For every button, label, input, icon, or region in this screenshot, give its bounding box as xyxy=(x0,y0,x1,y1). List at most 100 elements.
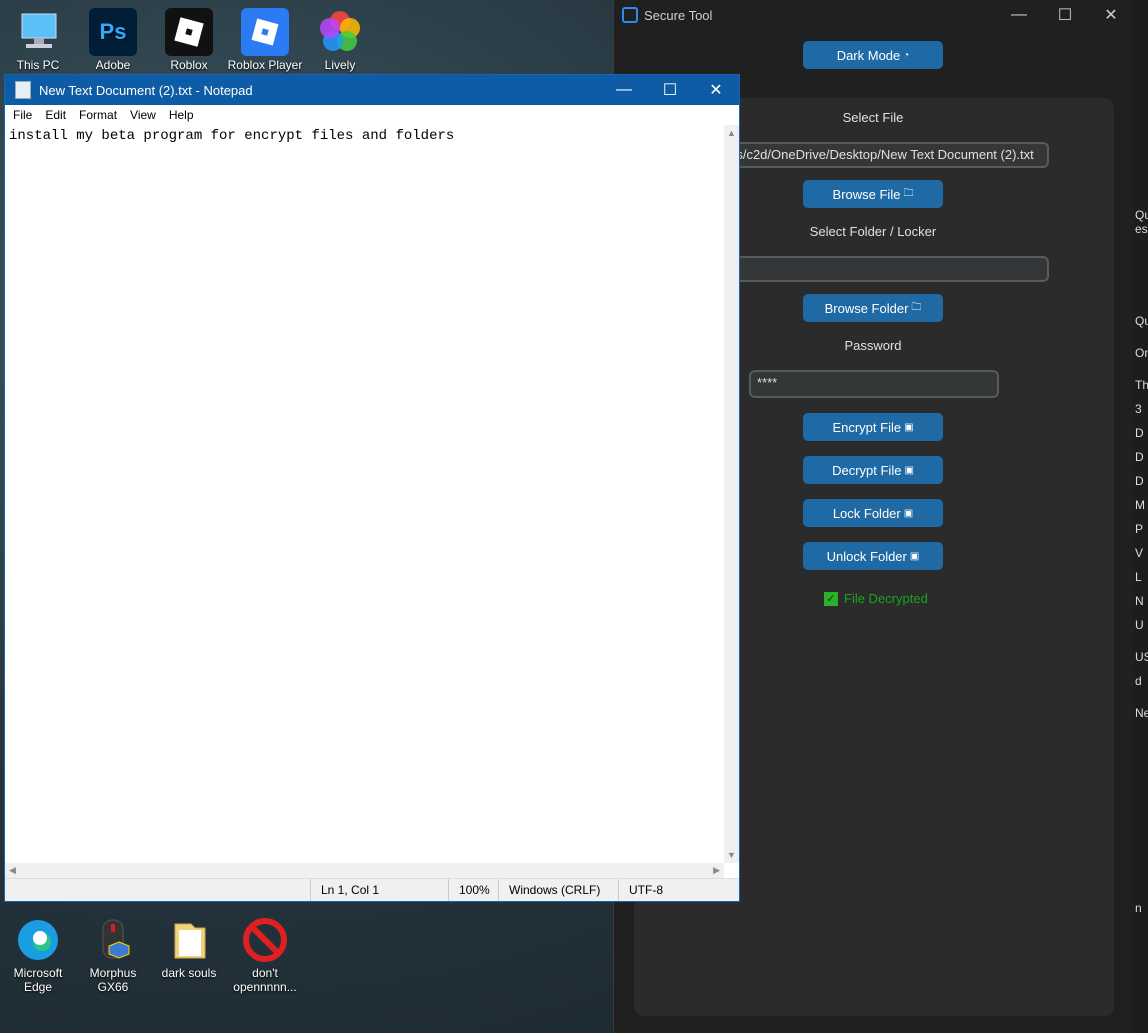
browse-file-label: Browse File xyxy=(832,186,901,202)
edge-text: L xyxy=(1135,570,1142,584)
desktop-icon-label: Microsoft Edge xyxy=(13,966,63,994)
scroll-down-icon[interactable]: ▼ xyxy=(727,850,736,860)
folder-path-input[interactable] xyxy=(724,256,1049,282)
palette-icon: ◔ xyxy=(903,49,910,61)
desktop-icon-roblox[interactable]: Roblox xyxy=(151,8,227,72)
desktop-icon-dont-open[interactable]: don't opennnnn... xyxy=(227,916,303,994)
edge-text: N xyxy=(1135,594,1144,608)
horizontal-scrollbar[interactable]: ◀ ▶ xyxy=(5,863,724,879)
background-window-edge: Qui ess Qu On Th 3 D D D M P V L N U US … xyxy=(1133,0,1148,1033)
edge-text: D xyxy=(1135,426,1144,440)
desktop-icon-label: dark souls xyxy=(161,966,217,980)
select-folder-label: Select Folder / Locker xyxy=(809,224,937,239)
browse-folder-button[interactable]: Browse Folder 🗀 xyxy=(803,294,943,322)
notepad-icon xyxy=(15,81,31,99)
unlock-icon: ▣ xyxy=(909,550,920,562)
decrypt-file-button[interactable]: Decrypt File ▣ xyxy=(803,456,943,484)
desktop-icon-label: Adobe xyxy=(95,58,131,72)
scroll-right-icon[interactable]: ▶ xyxy=(713,865,720,876)
status-bar: Ln 1, Col 1 100% Windows (CRLF) UTF-8 xyxy=(5,878,739,901)
edge-text: ess xyxy=(1135,222,1148,236)
notepad-window: New Text Document (2).txt - Notepad — ☐ … xyxy=(4,74,740,902)
decrypt-file-label: Decrypt File xyxy=(832,462,902,478)
edge-text: Qui xyxy=(1135,208,1148,222)
zoom-level: 100% xyxy=(448,879,498,901)
mouse-icon xyxy=(89,916,137,964)
desktop-icon-label: don't opennnnn... xyxy=(233,966,297,994)
desktop-icon-label: Morphus GX66 xyxy=(89,966,137,994)
file-path-value: rs/c2d/OneDrive/Desktop/New Text Documen… xyxy=(732,147,1034,162)
status-text: File Decrypted xyxy=(844,591,928,606)
edge-text: Qu xyxy=(1135,314,1148,328)
menu-bar: File Edit Format View Help xyxy=(5,105,739,125)
desktop-icon-adobe[interactable]: Ps Adobe xyxy=(75,8,151,72)
desktop-icon-morphus[interactable]: Morphus GX66 xyxy=(75,916,151,994)
select-file-label: Select File xyxy=(842,110,904,125)
minimize-button[interactable]: — xyxy=(996,0,1042,30)
cursor-position: Ln 1, Col 1 xyxy=(310,879,448,901)
edge-text: On xyxy=(1135,346,1148,360)
edge-text: D xyxy=(1135,474,1144,488)
scroll-left-icon[interactable]: ◀ xyxy=(9,865,16,876)
encrypt-file-label: Encrypt File xyxy=(832,419,902,435)
folder-icon xyxy=(165,916,213,964)
close-button[interactable]: ✕ xyxy=(693,75,739,105)
menu-format[interactable]: Format xyxy=(73,108,124,122)
lively-icon xyxy=(316,8,364,56)
no-entry-icon xyxy=(241,916,289,964)
desktop-icon-this-pc[interactable]: This PC xyxy=(0,8,76,72)
edge-text: 3 xyxy=(1135,402,1142,416)
edge-text: M xyxy=(1135,498,1145,512)
menu-file[interactable]: File xyxy=(7,108,39,122)
check-icon: ✓ xyxy=(824,591,838,606)
desktop-icon-label: Roblox Player xyxy=(227,58,303,72)
edge-text: US xyxy=(1135,650,1148,664)
menu-view[interactable]: View xyxy=(124,108,163,122)
file-path-input[interactable]: rs/c2d/OneDrive/Desktop/New Text Documen… xyxy=(724,142,1049,168)
roblox-icon xyxy=(165,8,213,56)
status-message: ✓ File Decrypted xyxy=(824,591,928,606)
folder-icon: 🗀 xyxy=(903,187,914,199)
password-input[interactable]: **** xyxy=(749,370,999,398)
vertical-scrollbar[interactable]: ▲ ▼ xyxy=(724,125,739,863)
menu-help[interactable]: Help xyxy=(163,108,201,122)
line-ending: Windows (CRLF) xyxy=(498,879,618,901)
close-button[interactable]: ✕ xyxy=(1088,0,1134,30)
dark-mode-button[interactable]: Dark Mode ◔ xyxy=(803,41,943,69)
menu-edit[interactable]: Edit xyxy=(39,108,73,122)
minimize-button[interactable]: — xyxy=(601,75,647,105)
maximize-button[interactable]: ☐ xyxy=(647,75,693,105)
edge-text: P xyxy=(1135,522,1144,536)
edge-text: U xyxy=(1135,618,1144,632)
maximize-button[interactable]: ☐ xyxy=(1042,0,1088,30)
browse-file-button[interactable]: Browse File 🗀 xyxy=(803,180,943,208)
unlock-icon: ▣ xyxy=(904,464,914,476)
desktop-icon-dark-souls[interactable]: dark souls xyxy=(151,916,227,980)
lock-icon: ▣ xyxy=(903,507,914,519)
edge-text: D xyxy=(1135,450,1144,464)
edge-text: V xyxy=(1135,546,1144,560)
edge-text: d xyxy=(1135,674,1142,688)
browse-folder-label: Browse Folder xyxy=(824,300,909,316)
lock-folder-label: Lock Folder xyxy=(832,505,901,521)
desktop-icon-roblox-player[interactable]: Roblox Player xyxy=(227,8,303,72)
edge-text: n xyxy=(1135,901,1142,915)
desktop-icon-label: Roblox xyxy=(170,58,208,72)
unlock-folder-button[interactable]: Unlock Folder ▣ xyxy=(803,542,943,570)
photoshop-icon: Ps xyxy=(89,8,137,56)
edge-icon xyxy=(14,916,62,964)
window-title: New Text Document (2).txt - Notepad xyxy=(39,82,253,98)
lock-folder-button[interactable]: Lock Folder ▣ xyxy=(803,499,943,527)
text-editor[interactable]: install my beta program for encrypt file… xyxy=(5,125,724,863)
secure-tool-titlebar: Secure Tool — ☐ ✕ xyxy=(614,0,1134,30)
status-spacer xyxy=(5,879,310,901)
desktop-icon-microsoft-edge[interactable]: Microsoft Edge xyxy=(0,916,76,994)
lock-icon: ▣ xyxy=(904,421,914,433)
desktop-icon-lively[interactable]: Lively xyxy=(302,8,378,72)
encrypt-file-button[interactable]: Encrypt File ▣ xyxy=(803,413,943,441)
roblox-player-icon xyxy=(241,8,289,56)
edge-text: Ne xyxy=(1135,706,1148,720)
scroll-up-icon[interactable]: ▲ xyxy=(727,128,736,138)
app-logo-icon xyxy=(622,7,638,23)
desktop-icon-label: Lively xyxy=(324,58,356,72)
